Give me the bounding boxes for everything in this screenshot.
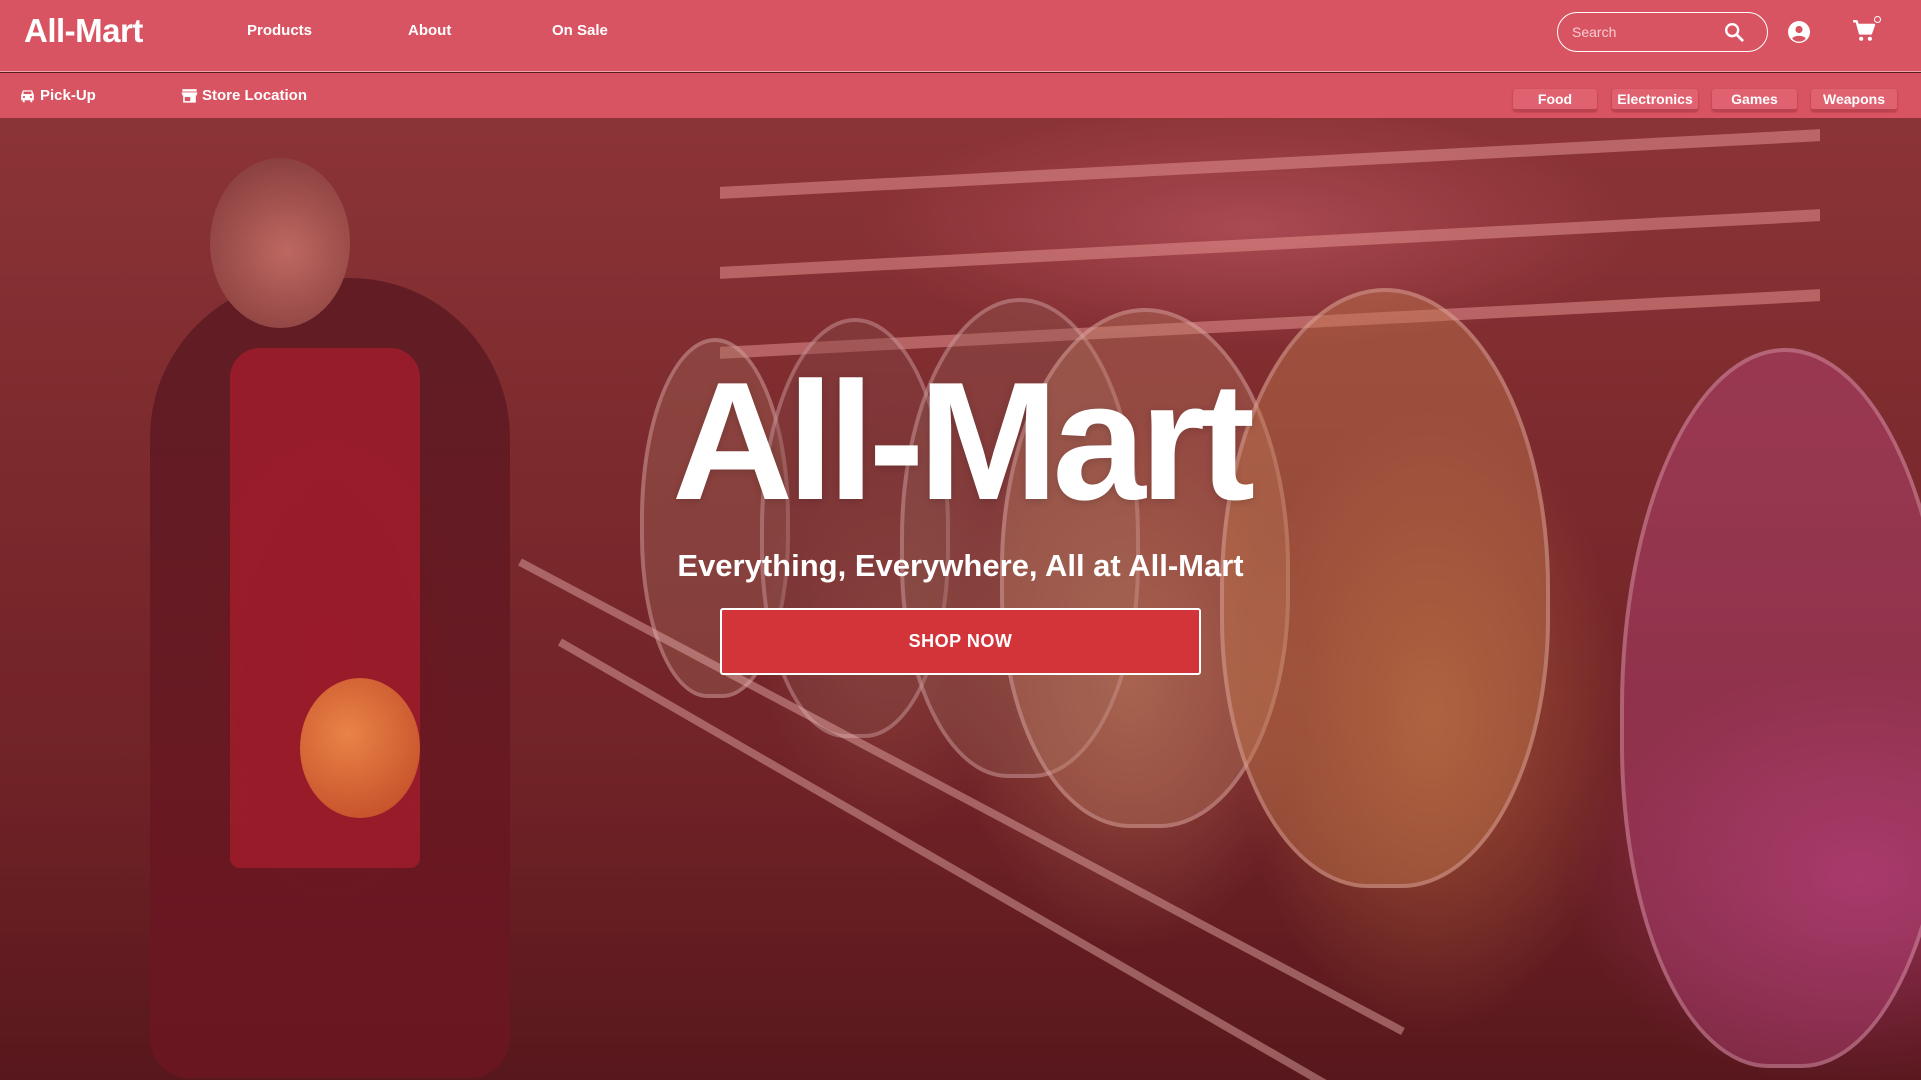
store-location-label: Store Location	[202, 87, 308, 104]
nav-products[interactable]: Products	[247, 22, 312, 39]
shopping-cart-icon[interactable]	[1851, 18, 1877, 44]
search-icon[interactable]	[1723, 21, 1745, 43]
category-electronics[interactable]: Electronics	[1612, 89, 1698, 111]
brand-logo[interactable]: All-Mart	[24, 12, 143, 50]
category-weapons[interactable]: Weapons	[1811, 89, 1897, 111]
hero-title: All-Mart	[671, 347, 1255, 535]
top-header: All-Mart Products About On Sale	[0, 0, 1921, 72]
search-box	[1557, 12, 1768, 52]
nav-on-sale[interactable]: On Sale	[552, 22, 608, 39]
store-icon	[181, 89, 198, 103]
hero-subtitle: Everything, Everywhere, All at All-Mart	[677, 548, 1244, 583]
sub-header: Pick-Up Store Location Food Electronics …	[0, 73, 1921, 118]
car-icon	[21, 90, 34, 103]
cart-badge	[1874, 16, 1881, 23]
store-location-link[interactable]: Store Location	[180, 87, 307, 104]
category-games[interactable]: Games	[1712, 89, 1797, 111]
pickup-label: Pick-Up	[40, 87, 96, 104]
search-input[interactable]	[1572, 24, 1722, 40]
shop-now-button[interactable]: SHOP NOW	[720, 608, 1201, 675]
hero-banner	[0, 118, 1921, 1080]
hero-tint-overlay	[0, 118, 1921, 1080]
account-circle-icon[interactable]	[1787, 20, 1811, 44]
category-food[interactable]: Food	[1513, 89, 1597, 111]
nav-about[interactable]: About	[408, 22, 451, 39]
pickup-link[interactable]: Pick-Up	[18, 87, 96, 104]
